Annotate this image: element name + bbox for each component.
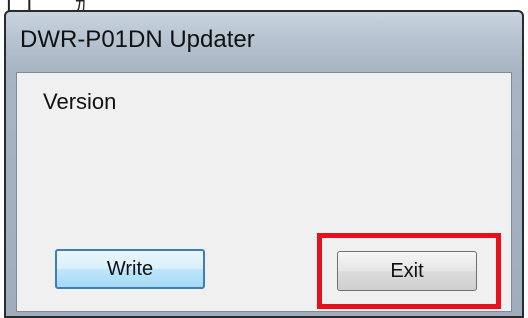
- version-label: Version: [43, 89, 117, 114]
- window-title: DWR-P01DN Updater: [20, 26, 255, 53]
- title-bar[interactable]: DWR-P01DN Updater: [6, 12, 522, 70]
- write-button[interactable]: Write: [55, 249, 205, 289]
- exit-highlight-box: [317, 233, 501, 309]
- dialog-client-area: Version Write Exit: [16, 72, 512, 312]
- updater-window: DWR-P01DN Updater Version Write Exit: [4, 10, 524, 318]
